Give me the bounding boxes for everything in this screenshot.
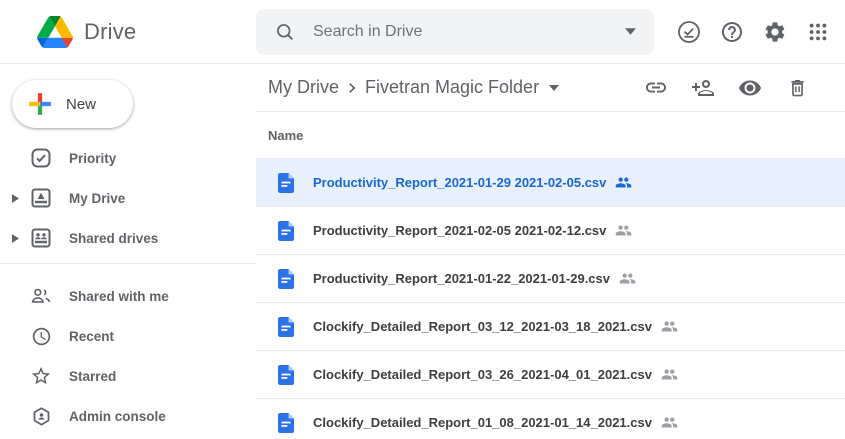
file-name: Clockify_Detailed_Report_03_26_2021-04_0… [313,367,652,382]
recent-icon [30,326,52,347]
link-icon[interactable] [644,76,668,100]
app-title: Drive [84,19,136,45]
sidebar-item-label: Admin console [69,409,166,424]
help-icon[interactable] [720,20,744,44]
file-name: Productivity_Report_2021-02-05 2021-02-1… [313,223,606,238]
add-person-icon[interactable] [691,76,715,100]
shared-people-icon [615,174,632,191]
drive-logo-icon [37,16,73,48]
sidebar-item-priority[interactable]: Priority [0,138,256,178]
csv-file-icon [278,365,294,385]
expand-caret-icon[interactable] [12,234,20,243]
new-plus-icon [27,91,53,117]
sidebar-divider [0,263,256,264]
folder-menu-caret-icon[interactable] [549,85,559,91]
my-drive-icon [30,188,52,208]
csv-file-icon [278,269,294,289]
sidebar-item-label: Shared drives [69,231,158,246]
folder-toolbar [644,76,809,100]
column-header-name[interactable]: Name [256,112,845,159]
shared-people-icon [661,414,678,431]
admin-console-icon [30,406,52,427]
shared-drives-icon [30,228,52,248]
sidebar-item-label: Priority [69,151,116,166]
column-header-label: Name [268,128,303,143]
file-row[interactable]: Productivity_Report_2021-01-29 2021-02-0… [256,159,845,207]
sidebar-item-label: Recent [69,329,114,344]
csv-file-icon [278,317,294,337]
offline-ready-icon[interactable] [677,20,701,44]
new-button[interactable]: New [12,80,133,128]
breadcrumb-current[interactable]: Fivetran Magic Folder [365,77,539,98]
shared-people-icon [619,270,636,287]
sidebar-item-label: Shared with me [69,289,169,304]
sidebar-item-starred[interactable]: Starred [0,356,256,396]
settings-icon[interactable] [763,20,787,44]
file-name: Productivity_Report_2021-01-29 2021-02-0… [313,175,606,190]
search-icon[interactable] [275,22,295,42]
apps-grid-icon[interactable] [806,20,830,44]
new-button-label: New [66,96,96,113]
csv-file-icon [278,173,294,193]
search-input[interactable] [311,22,625,42]
shared-people-icon [661,366,678,383]
sidebar-item-my-drive[interactable]: My Drive [0,178,256,218]
file-list: Productivity_Report_2021-01-29 2021-02-0… [256,159,845,439]
sidebar-item-recent[interactable]: Recent [0,316,256,356]
shared-with-me-icon [30,286,52,306]
search-options-caret-icon[interactable] [625,28,636,35]
file-row[interactable]: Productivity_Report_2021-01-22_2021-01-2… [256,255,845,303]
file-name: Clockify_Detailed_Report_01_08_2021-01_1… [313,415,652,430]
sidebar-item-shared-drives[interactable]: Shared drives [0,218,256,258]
header-actions [677,20,830,44]
shared-people-icon [661,318,678,335]
file-row[interactable]: Clockify_Detailed_Report_01_08_2021-01_1… [256,399,845,439]
file-row[interactable]: Clockify_Detailed_Report_03_26_2021-04_0… [256,351,845,399]
sidebar-item-shared-with-me[interactable]: Shared with me [0,276,256,316]
expand-caret-icon[interactable] [12,194,20,203]
priority-icon [30,148,52,168]
search-bar[interactable] [256,9,654,55]
top-app-bar: Drive [0,0,845,64]
preview-icon[interactable] [738,76,762,100]
file-row[interactable]: Clockify_Detailed_Report_03_12_2021-03_1… [256,303,845,351]
file-name: Productivity_Report_2021-01-22_2021-01-2… [313,271,610,286]
drive-brand[interactable]: Drive [0,16,256,48]
csv-file-icon [278,221,294,241]
sidebar-item-admin-console[interactable]: Admin console [0,396,256,436]
sidebar-item-label: My Drive [69,191,125,206]
sidebar-item-label: Starred [69,369,116,384]
breadcrumb-parent[interactable]: My Drive [268,77,339,98]
shared-people-icon [615,222,632,239]
breadcrumb: My Drive Fivetran Magic Folder [256,64,845,112]
starred-icon [30,365,52,387]
csv-file-icon [278,413,294,433]
file-row[interactable]: Productivity_Report_2021-02-05 2021-02-1… [256,207,845,255]
chevron-right-icon [342,78,362,98]
main-content: My Drive Fivetran Magic Folder [256,64,845,439]
file-name: Clockify_Detailed_Report_03_12_2021-03_1… [313,319,652,334]
sidebar: New Priority My D [0,64,256,439]
trash-icon[interactable] [785,76,809,100]
